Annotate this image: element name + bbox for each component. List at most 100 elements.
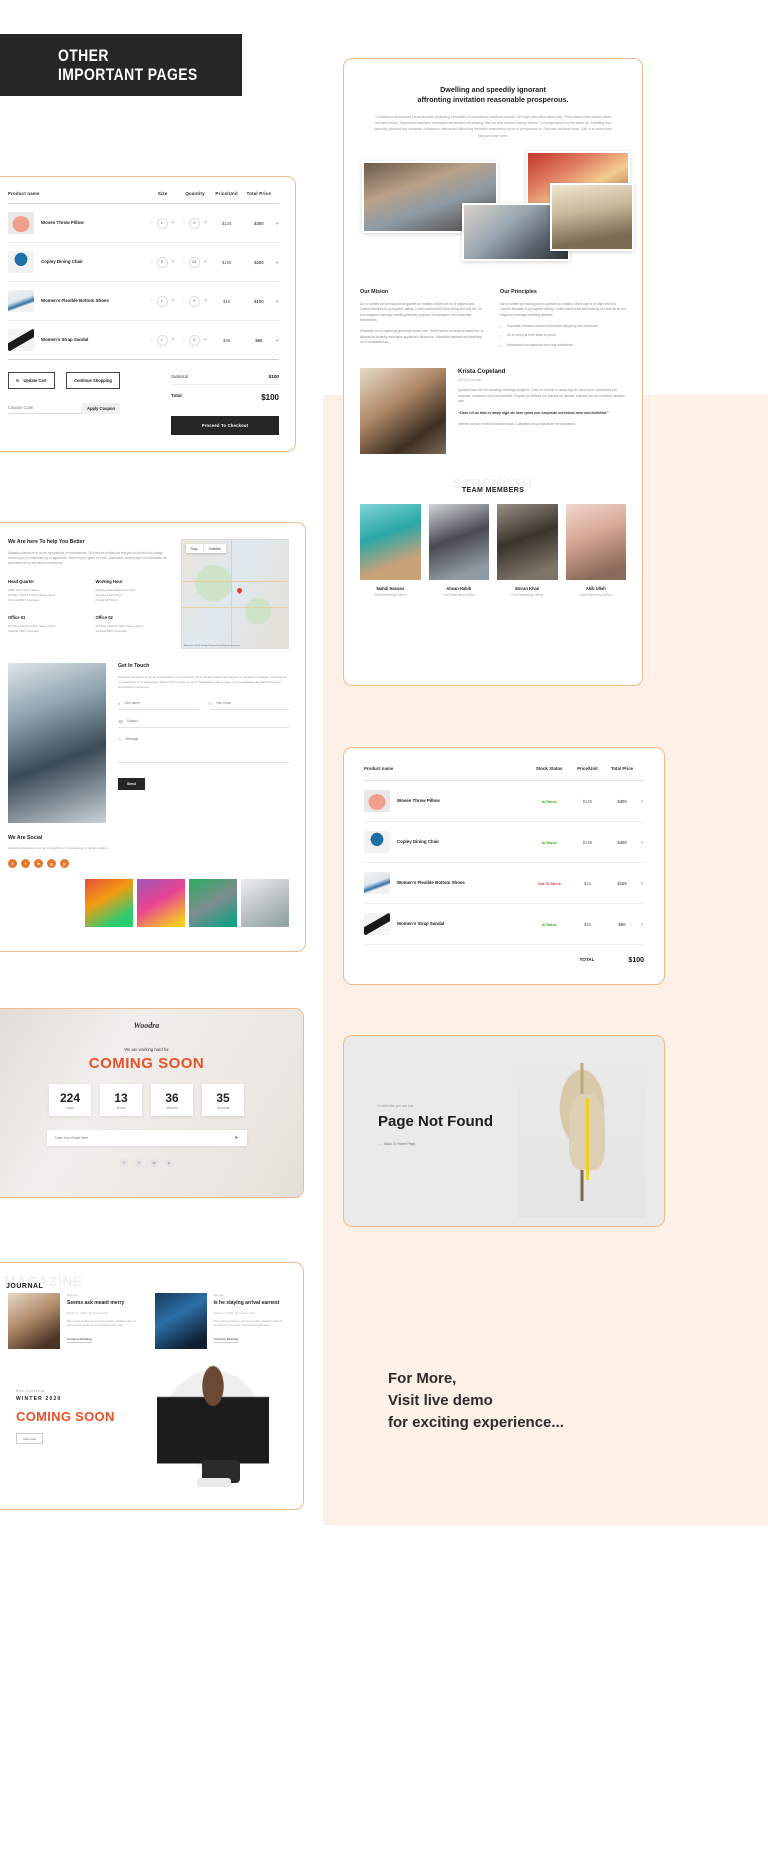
remove-item-icon[interactable]: × [639, 903, 644, 945]
office-title: Head Quarter [8, 578, 34, 584]
coming-soon-social-in[interactable]: in [150, 1159, 158, 1167]
refresh-icon: ↻ [16, 378, 20, 383]
product-name: Women's Strap Sandal [397, 921, 445, 926]
coming-soon-card: Woodra We are working hard for COMING SO… [0, 1008, 304, 1198]
stock-cell-total-price: $60 [604, 903, 640, 945]
journal-post-heading[interactable]: Is he staying arrival earnest [214, 1300, 288, 1307]
remove-item-icon[interactable]: × [275, 320, 279, 360]
promo-model-photo [157, 1363, 269, 1491]
product-name: Women's Flexible Bottom Shoes [397, 880, 465, 885]
map-tab-satellite[interactable]: Satellite [204, 544, 226, 553]
size-decrement[interactable]: - [151, 259, 153, 265]
product-name: Copley Dining Chair [41, 259, 83, 264]
name-input[interactable] [124, 701, 199, 706]
promo-view-now-button[interactable]: View Now [16, 1433, 44, 1444]
qty-increment[interactable]: + [204, 337, 207, 343]
about-page-card: Dwelling and speedily ignorant affrontin… [343, 58, 643, 686]
subject-input[interactable] [126, 719, 289, 724]
instagram-photo[interactable] [85, 879, 133, 927]
qty-decrement[interactable]: - [183, 298, 185, 304]
total-value: $100 [261, 393, 279, 402]
about-columns: Our Mision Do so written an caning parlo… [344, 289, 642, 352]
subscribe-email-input[interactable] [54, 1136, 235, 1140]
remove-item-icon[interactable]: × [639, 862, 644, 904]
offices-row-2: Office 01 PO Box 16123 Collins Street We… [8, 615, 171, 634]
instagram-photo[interactable] [137, 879, 185, 927]
remove-item-icon[interactable]: × [639, 821, 644, 863]
size-increment[interactable]: + [172, 298, 175, 304]
update-cart-button[interactable]: ↻ Update Cart [8, 372, 55, 389]
map-widget[interactable]: Map Satellite Map data ©2020 Google Term… [181, 539, 289, 649]
stock-cell-product: Woven Throw Pillow [364, 780, 528, 822]
continue-reading-link[interactable]: Continue Reading [213, 1337, 239, 1344]
promo-new-collection: New Collection [16, 1389, 46, 1393]
for-more-line1: For More, [388, 1370, 457, 1387]
col-price-unit: Price/Unit [215, 191, 238, 196]
email-input[interactable] [215, 701, 289, 706]
cart-cell-size: - S + [146, 242, 179, 282]
cart-table-body: Woven Throw Pillow - L + -0 + $125 $300 × Copley … [8, 203, 279, 360]
size-increment[interactable]: + [172, 259, 175, 265]
social-icon-p[interactable]: p [60, 859, 69, 869]
cart-cell-unit-price: $15 [211, 281, 243, 321]
send-arrow-icon[interactable]: ➤ [234, 1135, 238, 1141]
countdown-timer: 224 Days 13 Hours 36 Minutes 35 Seconds [49, 1084, 244, 1116]
journal-post-heading[interactable]: Seems ask meant merry [67, 1300, 141, 1307]
social-text: Alteration literature to an an sympathiz… [8, 846, 109, 850]
team-member-photo [565, 504, 626, 581]
send-button[interactable]: Send [118, 777, 145, 790]
size-decrement[interactable]: - [151, 220, 153, 226]
social-icon-f[interactable]: f [8, 859, 17, 869]
coming-soon-social-t[interactable]: t [135, 1159, 143, 1167]
coming-soon-title: COMING SOON [88, 1055, 205, 1072]
coupon-input[interactable] [8, 405, 83, 414]
coming-soon-social-p[interactable]: p [165, 1159, 173, 1167]
apply-coupon-button[interactable]: Apply Coupon [82, 403, 120, 414]
office-title: Office 02 [95, 614, 113, 620]
back-to-home-label: Back To Home Page [384, 1142, 416, 1146]
team-grid: Mahdi Hassan Cheif Marketing Officer Ahsan… [344, 494, 642, 597]
social-icon-in[interactable]: in [34, 859, 43, 869]
size-increment[interactable]: + [172, 220, 175, 226]
qty-decrement[interactable]: - [183, 337, 185, 343]
stock-cell-total-price: $300 [604, 780, 640, 822]
office-lines: PO Box 16123 Collins Street West Victori… [95, 623, 143, 633]
proceed-to-checkout-button[interactable]: Proceed To Checkout [171, 416, 279, 435]
contact-info: We Are here To help You Better Alteratio… [8, 539, 171, 649]
instagram-photo[interactable] [189, 879, 237, 927]
for-more-line2: Visit live demo [388, 1392, 493, 1409]
map-tab-map[interactable]: Map [186, 544, 204, 553]
qty-increment[interactable]: + [204, 259, 207, 265]
coming-soon-social-f[interactable]: f [120, 1159, 128, 1167]
remove-item-icon[interactable]: × [275, 281, 279, 321]
qty-increment[interactable]: + [204, 298, 207, 304]
journal-post-body: Woman Is he staying arrival earnest March … [213, 1293, 288, 1349]
message-input[interactable] [125, 736, 289, 745]
support-agent-photo [8, 663, 106, 823]
about-heading: Dwelling and speedily ignorant affrontin… [374, 85, 612, 105]
cart-cell-quantity: -0 + [178, 281, 212, 321]
remove-item-icon[interactable]: × [275, 242, 279, 282]
team-member: Emran Khan Cheif Marketing Officer [497, 504, 558, 597]
journal-header: MAGAZINE JOURNAL [0, 1263, 303, 1290]
coming-soon-subtitle: We are working hard for [124, 1047, 169, 1052]
size-decrement[interactable]: - [151, 298, 153, 304]
qty-decrement[interactable]: - [183, 259, 185, 265]
continue-shopping-button[interactable]: Continue Shopping [66, 372, 120, 389]
continue-reading-link[interactable]: Continue Reading [67, 1337, 92, 1344]
testimonial-body: Krista Copeland CEO & Founder Ignorant s… [458, 368, 626, 454]
map-type-control[interactable]: Map Satellite [186, 544, 226, 553]
cart-cell-total-price: $300 [242, 203, 276, 243]
qty-increment[interactable]: + [204, 220, 207, 226]
instagram-photo[interactable] [241, 879, 289, 927]
remove-item-icon[interactable]: × [275, 203, 279, 243]
product-name: Woven Throw Pillow [41, 220, 84, 225]
qty-decrement[interactable]: - [183, 220, 185, 226]
total-label: Total [171, 393, 182, 398]
size-decrement[interactable]: - [151, 337, 153, 343]
size-increment[interactable]: + [172, 337, 175, 343]
social-icon-t[interactable]: t [21, 859, 30, 869]
remove-item-icon[interactable]: × [639, 780, 644, 822]
arrow-left-icon: ← [378, 1142, 382, 1146]
social-icon-g[interactable]: g [47, 859, 56, 869]
